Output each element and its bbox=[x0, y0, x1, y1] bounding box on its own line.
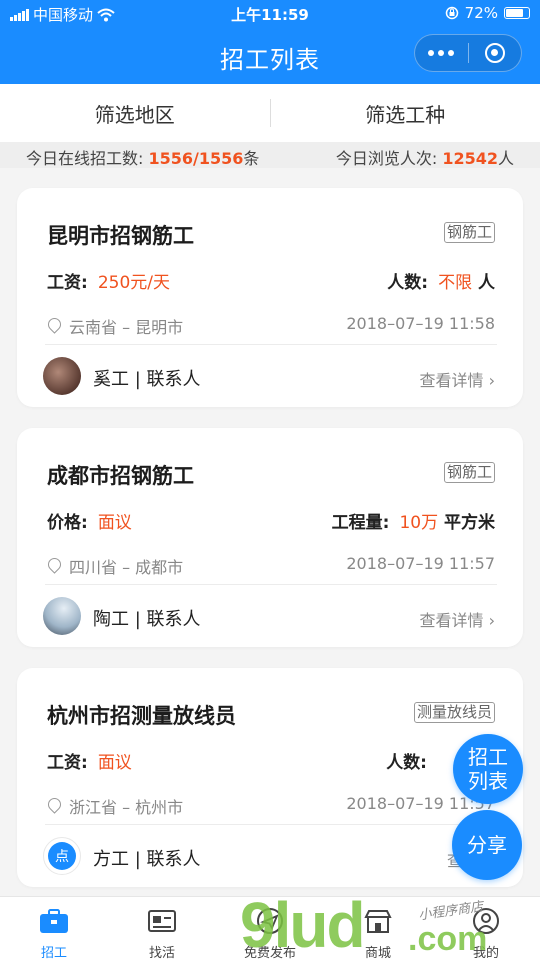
share-fab[interactable]: 分享 bbox=[452, 810, 522, 880]
store-icon bbox=[364, 910, 392, 933]
job-title: 昆明市招钢筋工 bbox=[47, 224, 194, 248]
tab-label: 招工 bbox=[40, 946, 67, 960]
views-count-label: 今日浏览人次: bbox=[335, 149, 438, 168]
post-time: 2018–07–19 11:57 bbox=[346, 554, 495, 573]
workload-unit: 平方米 bbox=[444, 513, 495, 533]
views-count-value: 12542 bbox=[442, 149, 498, 168]
user-icon bbox=[473, 908, 499, 934]
headcount-value: 不限 bbox=[438, 273, 473, 293]
location-pin-icon bbox=[47, 558, 61, 574]
price-value: 面议 bbox=[97, 513, 132, 533]
battery-percent: 72% bbox=[464, 4, 498, 22]
id-card-icon bbox=[148, 910, 176, 932]
tab-mine[interactable]: 我的 bbox=[432, 897, 540, 960]
avatar: 点 bbox=[43, 837, 81, 875]
view-detail-link[interactable]: 查看详情 › bbox=[419, 367, 495, 391]
filter-worktype-button[interactable]: 筛选工种 bbox=[271, 99, 540, 128]
tab-find-work[interactable]: 找活 bbox=[108, 897, 216, 960]
headcount-unit: 人 bbox=[478, 273, 495, 293]
price-label: 价格: bbox=[47, 513, 88, 533]
contact-name: 方工 | 联系人 bbox=[93, 849, 201, 870]
tab-label: 商城 bbox=[364, 946, 391, 960]
target-icon bbox=[484, 43, 505, 63]
salary-label: 工资: bbox=[47, 273, 88, 293]
status-bar: 中国移动 上午11:59 72% bbox=[0, 0, 540, 28]
tab-recruit[interactable]: 招工 bbox=[0, 897, 108, 960]
nav-bar: 招工列表 bbox=[0, 28, 540, 84]
online-count-label: 今日在线招工数: bbox=[26, 149, 144, 168]
chevron-right-icon: › bbox=[488, 611, 495, 630]
tab-publish[interactable]: 免费发布 bbox=[216, 897, 324, 960]
online-count-unit: 条 bbox=[243, 149, 260, 168]
job-tag: 钢筋工 bbox=[443, 462, 495, 483]
briefcase-icon bbox=[40, 909, 68, 933]
tab-label: 我的 bbox=[472, 946, 499, 960]
avatar-badge: 点 bbox=[48, 842, 76, 870]
job-card[interactable]: 昆明市招钢筋工 钢筋工 工资: 250元/天 人数: 不限 人 云南省 – 昆明市 … bbox=[17, 188, 523, 407]
send-icon bbox=[257, 908, 283, 934]
online-count-value: 1556/1556 bbox=[148, 149, 244, 168]
job-list-fab[interactable]: 招工 列表 bbox=[453, 734, 523, 804]
fab-line2: 列表 bbox=[468, 769, 508, 793]
battery-icon bbox=[504, 7, 530, 19]
job-tag: 钢筋工 bbox=[443, 222, 495, 243]
job-tag: 测量放线员 bbox=[413, 702, 495, 723]
contact-name: 陶工 | 联系人 bbox=[93, 609, 201, 630]
filter-bar: 筛选地区 筛选工种 bbox=[0, 84, 540, 142]
view-detail-link[interactable]: 查看详情 › bbox=[419, 607, 495, 631]
close-mini-program-button[interactable] bbox=[469, 35, 522, 71]
stats-bar: 今日在线招工数: 1556/1556条 今日浏览人次: 12542人 bbox=[0, 142, 540, 168]
tab-bar: 招工 找活 免费发布 商城 我的 bbox=[0, 896, 540, 960]
job-title: 成都市招钢筋工 bbox=[47, 464, 194, 488]
job-card[interactable]: 杭州市招测量放线员 测量放线员 工资: 面议 人数: 浙江省 – 杭州市 2018… bbox=[17, 668, 523, 887]
avatar bbox=[43, 597, 81, 635]
tab-label: 找活 bbox=[148, 946, 175, 960]
job-location: 云南省 – 昆明市 bbox=[69, 318, 184, 337]
avatar bbox=[43, 357, 81, 395]
tab-store[interactable]: 商城 bbox=[324, 897, 432, 960]
job-title: 杭州市招测量放线员 bbox=[47, 704, 236, 728]
job-card[interactable]: 成都市招钢筋工 钢筋工 价格: 面议 工程量: 10万 平方米 四川省 – 成都市 … bbox=[17, 428, 523, 647]
contact-name: 奚工 | 联系人 bbox=[93, 369, 201, 390]
headcount-label: 人数: bbox=[386, 753, 427, 773]
more-button[interactable] bbox=[415, 35, 468, 71]
views-count-unit: 人 bbox=[497, 149, 514, 168]
headcount-label: 人数: bbox=[387, 273, 429, 293]
salary-value: 面议 bbox=[97, 753, 132, 773]
location-pin-icon bbox=[47, 318, 61, 334]
workload-label: 工程量: bbox=[331, 513, 390, 533]
chevron-right-icon: › bbox=[488, 371, 495, 390]
mini-program-capsule bbox=[414, 34, 522, 72]
tab-label: 免费发布 bbox=[243, 946, 296, 960]
rotation-lock-icon bbox=[445, 6, 458, 20]
post-time: 2018–07–19 11:58 bbox=[346, 314, 495, 333]
fab-line1: 招工 bbox=[468, 745, 508, 769]
job-location: 四川省 – 成都市 bbox=[69, 558, 184, 577]
salary-value: 250元/天 bbox=[97, 273, 170, 293]
salary-label: 工资: bbox=[47, 753, 88, 773]
workload-value: 10万 bbox=[399, 513, 439, 533]
location-pin-icon bbox=[47, 798, 61, 814]
more-dots-icon bbox=[428, 50, 455, 56]
share-label: 分享 bbox=[467, 833, 507, 857]
filter-region-button[interactable]: 筛选地区 bbox=[0, 99, 270, 128]
job-location: 浙江省 – 杭州市 bbox=[69, 798, 184, 817]
